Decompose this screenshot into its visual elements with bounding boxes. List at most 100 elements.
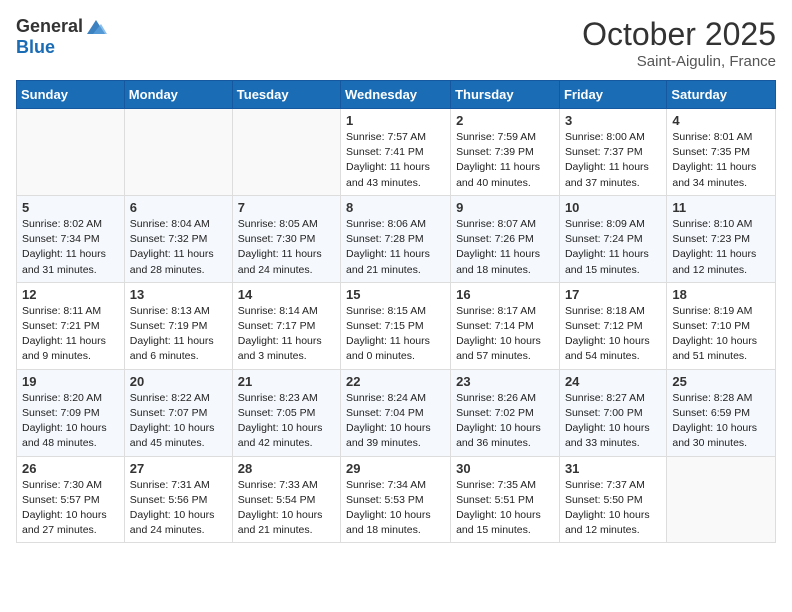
calendar-cell: 18 Sunrise: 8:19 AMSunset: 7:10 PMDayligh… xyxy=(667,282,776,369)
day-number: 5 xyxy=(22,200,119,215)
calendar-week-row: 19Sunrise: 8:20 AMSunset: 7:09 PMDayligh… xyxy=(17,369,776,456)
calendar-cell: 14 Sunrise: 8:14 AMSunset: 7:17 PMDayligh… xyxy=(232,282,340,369)
day-info: Sunrise: 8:27 AMSunset: 7:00 PMDaylight:… xyxy=(565,391,661,452)
title-block: October 2025 Saint-Aigulin, France xyxy=(582,16,776,70)
day-info: Sunrise: 8:14 AMSunset: 7:17 PMDaylight:… xyxy=(238,304,335,365)
day-number: 16 xyxy=(456,287,554,302)
day-number: 4 xyxy=(672,113,770,128)
calendar-cell: 3Sunrise: 8:00 AMSunset: 7:37 PMDaylight… xyxy=(559,109,666,196)
day-info: Sunrise: 8:19 AMSunset: 7:10 PMDaylight:… xyxy=(672,304,770,365)
logo-icon xyxy=(85,16,107,38)
day-info: Sunrise: 7:57 AMSunset: 7:41 PMDaylight:… xyxy=(346,130,445,191)
calendar-cell: 9 Sunrise: 8:07 AMSunset: 7:26 PMDaylight… xyxy=(451,195,560,282)
calendar-header-row: SundayMondayTuesdayWednesdayThursdayFrid… xyxy=(17,81,776,109)
day-number: 8 xyxy=(346,200,445,215)
day-info: Sunrise: 8:04 AMSunset: 7:32 PMDaylight:… xyxy=(130,217,227,278)
calendar-cell: 12Sunrise: 8:11 AMSunset: 7:21 PMDayligh… xyxy=(17,282,125,369)
day-number: 26 xyxy=(22,461,119,476)
day-info: Sunrise: 8:11 AMSunset: 7:21 PMDaylight:… xyxy=(22,304,119,365)
calendar-week-row: 5 Sunrise: 8:02 AMSunset: 7:34 PMDaylight… xyxy=(17,195,776,282)
logo: General Blue xyxy=(16,16,107,58)
day-number: 2 xyxy=(456,113,554,128)
calendar-cell xyxy=(667,456,776,543)
day-info: Sunrise: 7:31 AMSunset: 5:56 PMDaylight:… xyxy=(130,478,227,539)
day-number: 7 xyxy=(238,200,335,215)
day-number: 6 xyxy=(130,200,227,215)
day-number: 25 xyxy=(672,374,770,389)
location: Saint-Aigulin, France xyxy=(582,53,776,70)
col-header-friday: Friday xyxy=(559,81,666,109)
calendar-cell: 28 Sunrise: 7:33 AMSunset: 5:54 PMDayligh… xyxy=(232,456,340,543)
day-info: Sunrise: 7:30 AMSunset: 5:57 PMDaylight:… xyxy=(22,478,119,539)
day-info: Sunrise: 7:37 AMSunset: 5:50 PMDaylight:… xyxy=(565,478,661,539)
day-number: 22 xyxy=(346,374,445,389)
day-number: 15 xyxy=(346,287,445,302)
day-info: Sunrise: 8:26 AMSunset: 7:02 PMDaylight:… xyxy=(456,391,554,452)
calendar-cell: 31 Sunrise: 7:37 AMSunset: 5:50 PMDayligh… xyxy=(559,456,666,543)
col-header-wednesday: Wednesday xyxy=(341,81,451,109)
calendar-week-row: 12Sunrise: 8:11 AMSunset: 7:21 PMDayligh… xyxy=(17,282,776,369)
calendar-cell: 16 Sunrise: 8:17 AMSunset: 7:14 PMDayligh… xyxy=(451,282,560,369)
calendar-cell: 17Sunrise: 8:18 AMSunset: 7:12 PMDayligh… xyxy=(559,282,666,369)
day-info: Sunrise: 8:22 AMSunset: 7:07 PMDaylight:… xyxy=(130,391,227,452)
day-info: Sunrise: 8:09 AMSunset: 7:24 PMDaylight:… xyxy=(565,217,661,278)
col-header-tuesday: Tuesday xyxy=(232,81,340,109)
day-info: Sunrise: 7:59 AMSunset: 7:39 PMDaylight:… xyxy=(456,130,554,191)
calendar-cell: 13Sunrise: 8:13 AMSunset: 7:19 PMDayligh… xyxy=(124,282,232,369)
logo-text: General Blue xyxy=(16,16,107,58)
header: General Blue October 2025 Saint-Aigulin,… xyxy=(16,16,776,70)
day-info: Sunrise: 8:10 AMSunset: 7:23 PMDaylight:… xyxy=(672,217,770,278)
day-info: Sunrise: 8:28 AMSunset: 6:59 PMDaylight:… xyxy=(672,391,770,452)
calendar-cell: 22Sunrise: 8:24 AMSunset: 7:04 PMDayligh… xyxy=(341,369,451,456)
day-info: Sunrise: 8:02 AMSunset: 7:34 PMDaylight:… xyxy=(22,217,119,278)
day-number: 17 xyxy=(565,287,661,302)
calendar-cell: 2 Sunrise: 7:59 AMSunset: 7:39 PMDaylight… xyxy=(451,109,560,196)
calendar-cell: 4 Sunrise: 8:01 AMSunset: 7:35 PMDaylight… xyxy=(667,109,776,196)
col-header-thursday: Thursday xyxy=(451,81,560,109)
day-info: Sunrise: 8:06 AMSunset: 7:28 PMDaylight:… xyxy=(346,217,445,278)
calendar-cell xyxy=(124,109,232,196)
calendar-cell: 25 Sunrise: 8:28 AMSunset: 6:59 PMDayligh… xyxy=(667,369,776,456)
day-info: Sunrise: 7:33 AMSunset: 5:54 PMDaylight:… xyxy=(238,478,335,539)
calendar-cell: 30 Sunrise: 7:35 AMSunset: 5:51 PMDayligh… xyxy=(451,456,560,543)
day-number: 18 xyxy=(672,287,770,302)
day-number: 9 xyxy=(456,200,554,215)
page: General Blue October 2025 Saint-Aigulin,… xyxy=(0,0,792,559)
calendar-cell: 20Sunrise: 8:22 AMSunset: 7:07 PMDayligh… xyxy=(124,369,232,456)
day-info: Sunrise: 8:05 AMSunset: 7:30 PMDaylight:… xyxy=(238,217,335,278)
day-number: 29 xyxy=(346,461,445,476)
calendar-cell xyxy=(232,109,340,196)
day-info: Sunrise: 8:01 AMSunset: 7:35 PMDaylight:… xyxy=(672,130,770,191)
day-info: Sunrise: 8:15 AMSunset: 7:15 PMDaylight:… xyxy=(346,304,445,365)
day-number: 10 xyxy=(565,200,661,215)
calendar-cell: 26 Sunrise: 7:30 AMSunset: 5:57 PMDayligh… xyxy=(17,456,125,543)
calendar-week-row: 26 Sunrise: 7:30 AMSunset: 5:57 PMDayligh… xyxy=(17,456,776,543)
day-info: Sunrise: 8:07 AMSunset: 7:26 PMDaylight:… xyxy=(456,217,554,278)
day-number: 23 xyxy=(456,374,554,389)
calendar-cell: 7 Sunrise: 8:05 AMSunset: 7:30 PMDaylight… xyxy=(232,195,340,282)
day-number: 14 xyxy=(238,287,335,302)
day-info: Sunrise: 8:17 AMSunset: 7:14 PMDaylight:… xyxy=(456,304,554,365)
calendar-cell: 8 Sunrise: 8:06 AMSunset: 7:28 PMDaylight… xyxy=(341,195,451,282)
logo-blue: Blue xyxy=(16,38,107,58)
calendar-cell: 10 Sunrise: 8:09 AMSunset: 7:24 PMDayligh… xyxy=(559,195,666,282)
day-number: 19 xyxy=(22,374,119,389)
calendar-cell xyxy=(17,109,125,196)
calendar-table: SundayMondayTuesdayWednesdayThursdayFrid… xyxy=(16,80,776,543)
calendar-cell: 11 Sunrise: 8:10 AMSunset: 7:23 PMDayligh… xyxy=(667,195,776,282)
calendar-cell: 15 Sunrise: 8:15 AMSunset: 7:15 PMDayligh… xyxy=(341,282,451,369)
day-number: 30 xyxy=(456,461,554,476)
month-title: October 2025 xyxy=(582,16,776,53)
col-header-sunday: Sunday xyxy=(17,81,125,109)
calendar-cell: 21Sunrise: 8:23 AMSunset: 7:05 PMDayligh… xyxy=(232,369,340,456)
day-number: 3 xyxy=(565,113,661,128)
col-header-saturday: Saturday xyxy=(667,81,776,109)
day-number: 21 xyxy=(238,374,335,389)
day-info: Sunrise: 7:35 AMSunset: 5:51 PMDaylight:… xyxy=(456,478,554,539)
calendar-cell: 23 Sunrise: 8:26 AMSunset: 7:02 PMDayligh… xyxy=(451,369,560,456)
day-number: 31 xyxy=(565,461,661,476)
calendar-cell: 29Sunrise: 7:34 AMSunset: 5:53 PMDayligh… xyxy=(341,456,451,543)
day-number: 28 xyxy=(238,461,335,476)
day-number: 11 xyxy=(672,200,770,215)
calendar-cell: 24Sunrise: 8:27 AMSunset: 7:00 PMDayligh… xyxy=(559,369,666,456)
